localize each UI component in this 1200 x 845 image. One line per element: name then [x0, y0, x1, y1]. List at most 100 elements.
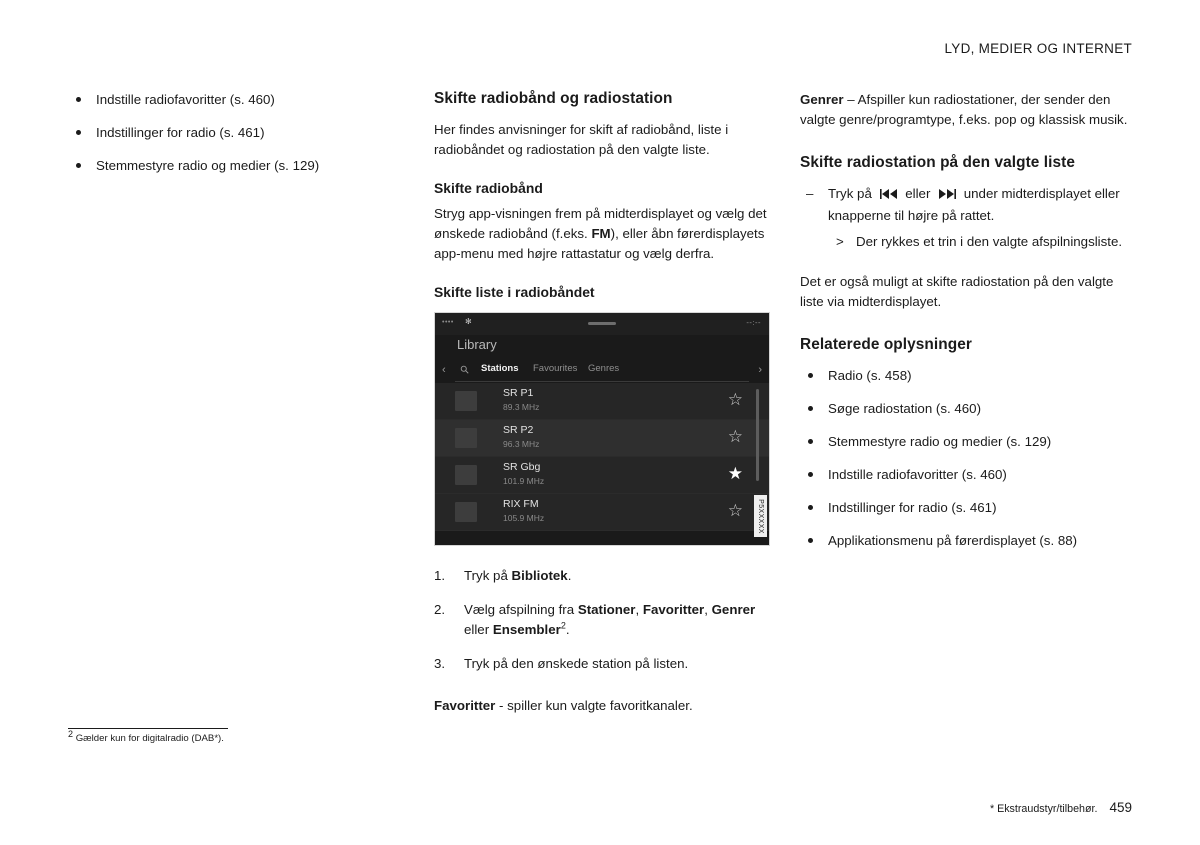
right-column: Genrer – Afspiller kun radiostationer, d…	[800, 90, 1134, 564]
footer-note: * Ekstraudstyr/tilbehør.	[989, 803, 1098, 815]
table-row[interactable]: RIX FM 105.9 MHz ☆	[435, 494, 769, 531]
table-row[interactable]: SR Gbg 101.9 MHz ★	[435, 457, 769, 494]
station-logo-icon	[455, 502, 477, 522]
middle-column: Skifte radiobånd og radiostation Her fin…	[434, 90, 770, 716]
genre-paragraph: Genrer – Afspiller kun radiostationer, d…	[800, 90, 1134, 130]
page-header-title: LYD, MEDIER OG INTERNET	[944, 41, 1132, 56]
sep2: ,	[704, 602, 712, 617]
list-item[interactable]: Søge radiostation (s. 460)	[800, 399, 1134, 419]
favourites-bold: Favoritter	[434, 698, 496, 713]
list-item[interactable]: Radio (s. 458)	[800, 366, 1134, 386]
chevron-left-icon[interactable]: ‹	[442, 364, 446, 376]
station-name: RIX FM	[503, 498, 539, 510]
step-option-stations: Stationer	[577, 602, 636, 617]
subsection-heading-change-list: Skifte liste i radiobåndet	[434, 284, 595, 300]
list-item-label: Radio (s. 458)	[828, 368, 912, 383]
favourite-star-icon[interactable]: ☆	[728, 428, 743, 445]
list-item[interactable]: Applikationsmenu på førerdisplayet (s. 8…	[800, 531, 1134, 551]
footnote: 2 Gælder kun for digitalradio (DAB*).	[68, 728, 224, 746]
footnote-text: Gælder kun for digitalradio (DAB*).	[75, 733, 224, 744]
list-item[interactable]: Indstillinger for radio (s. 461)	[800, 498, 1134, 518]
chevron-right-icon[interactable]: ›	[758, 364, 762, 376]
table-row[interactable]: SR P2 96.3 MHz ☆	[435, 420, 769, 457]
screen-status-bar: •••• ✻ --:--	[435, 313, 769, 335]
section-intro: Her findes anvisninger for skift af radi…	[434, 122, 729, 157]
step-text-pre: Tryk på den ønskede station på listen.	[464, 656, 689, 671]
list-item: 2. Vælg afspilning fra Stationer, Favori…	[434, 600, 768, 640]
sub-result-list: > Der rykkes et trin i den valgte afspil…	[828, 232, 1134, 252]
manual-page: LYD, MEDIER OG INTERNET Indstille radiof…	[0, 0, 1200, 845]
section-heading-change-station: Skifte radiostation på den valgte liste	[800, 154, 1075, 171]
subsection-heading-change-band: Skifte radiobånd	[434, 180, 543, 196]
list-item[interactable]: Indstille radiofavoritter (s. 460)	[800, 465, 1134, 485]
station-frequency: 96.3 MHz	[503, 439, 540, 449]
station-name: SR P2	[503, 424, 534, 436]
station-list: SR P1 89.3 MHz ☆ SR P2 96.3 MHz ☆ SR Gbg…	[435, 383, 769, 545]
drag-handle[interactable]	[588, 322, 616, 325]
change-band-bold: FM	[591, 226, 611, 241]
list-item-label: Stemmestyre radio og medier (s. 129)	[828, 434, 1052, 449]
favourite-star-icon[interactable]: ☆	[728, 391, 743, 408]
table-row[interactable]: SR P1 89.3 MHz ☆	[435, 383, 769, 420]
search-icon[interactable]	[460, 365, 469, 374]
step-number: 2.	[434, 602, 446, 617]
favourite-star-icon[interactable]: ☆	[728, 502, 743, 519]
change-band-paragraph: Stryg app-visningen frem på midterdispla…	[434, 204, 768, 264]
list-item[interactable]: Stemmestyre radio og medier (s. 129)	[800, 432, 1134, 452]
step-text-post: .	[565, 622, 570, 637]
footnote-marker: 2	[68, 728, 74, 739]
infotainment-screenshot-figure: •••• ✻ --:-- Library ‹ Stations Favourit…	[434, 312, 770, 546]
favourite-star-icon-filled[interactable]: ★	[728, 465, 743, 482]
signal-icon: ••••	[442, 319, 454, 326]
instruction-steps: 1. Tryk på Bibliotek. 2. Vælg afspilning…	[434, 566, 768, 674]
sep1: ,	[635, 602, 643, 617]
tab-stations[interactable]: Stations	[481, 363, 518, 374]
sep3: eller	[464, 622, 493, 637]
list-item[interactable]: Indstille radiofavoritter (s. 460)	[68, 90, 368, 110]
scrollbar[interactable]	[756, 389, 759, 481]
list-item: – Tryk på eller under midterdisplayet el…	[800, 184, 1134, 252]
station-frequency: 89.3 MHz	[503, 402, 540, 412]
section-heading: Skifte radiobånd og radiostation	[434, 90, 673, 107]
step-text-pre: Tryk på	[464, 568, 512, 583]
divider	[455, 381, 749, 382]
list-item-label: Indstille radiofavoritter (s. 460)	[828, 467, 1007, 482]
tab-favourites[interactable]: Favourites	[533, 363, 577, 374]
left-column: Indstille radiofavoritter (s. 460) Indst…	[68, 90, 368, 189]
footnote-divider	[68, 728, 228, 729]
left-related-list: Indstille radiofavoritter (s. 460) Indst…	[68, 90, 368, 176]
library-tabbar: ‹ Stations Favourites Genres ›	[435, 361, 769, 381]
list-item[interactable]: Indstillinger for radio (s. 461)	[68, 123, 368, 143]
list-item-label: Indstillinger for radio (s. 461)	[828, 500, 997, 515]
dash-text-mid: eller	[901, 186, 935, 201]
list-item: 3. Tryk på den ønskede station på listen…	[434, 654, 768, 674]
arrow-marker: >	[836, 234, 844, 249]
step-option-genres: Genrer	[711, 602, 756, 617]
list-item-label: Indstille radiofavoritter (s. 460)	[96, 92, 275, 107]
list-item-label: Stemmestyre radio og medier (s. 129)	[96, 158, 320, 173]
list-item-label: Søge radiostation (s. 460)	[828, 401, 981, 416]
next-track-icon	[936, 186, 958, 206]
favourites-text: - spiller kun valgte favoritkanaler.	[495, 698, 693, 713]
station-name: SR P1	[503, 387, 534, 399]
step-text-bold: Bibliotek	[511, 568, 568, 583]
list-item[interactable]: Stemmestyre radio og medier (s. 129)	[68, 156, 368, 176]
bluetooth-icon: ✻	[465, 317, 472, 326]
page-footer: * Ekstraudstyr/tilbehør. 459	[990, 800, 1132, 815]
figure-code-label: P5XXXXX	[754, 495, 767, 537]
station-frequency: 101.9 MHz	[503, 476, 545, 486]
list-item-label: Applikationsmenu på førerdisplayet (s. 8…	[828, 533, 1078, 548]
prev-track-icon	[878, 186, 900, 206]
station-name: SR Gbg	[503, 461, 541, 473]
genre-bold: Genrer	[800, 92, 844, 107]
list-item: 1. Tryk på Bibliotek.	[434, 566, 768, 586]
change-station-dash-list: – Tryk på eller under midterdisplayet el…	[800, 184, 1134, 252]
step-number: 1.	[434, 568, 446, 583]
step-text-pre: Vælg afspilning fra	[464, 602, 578, 617]
section-heading-related: Relaterede oplysninger	[800, 336, 972, 353]
tab-genres[interactable]: Genres	[588, 363, 619, 374]
station-logo-icon	[455, 391, 477, 411]
step-option-ensembles: Ensembler	[492, 622, 561, 637]
clock-label: --:--	[746, 318, 761, 327]
dash-text-pre: Tryk på	[828, 186, 876, 201]
